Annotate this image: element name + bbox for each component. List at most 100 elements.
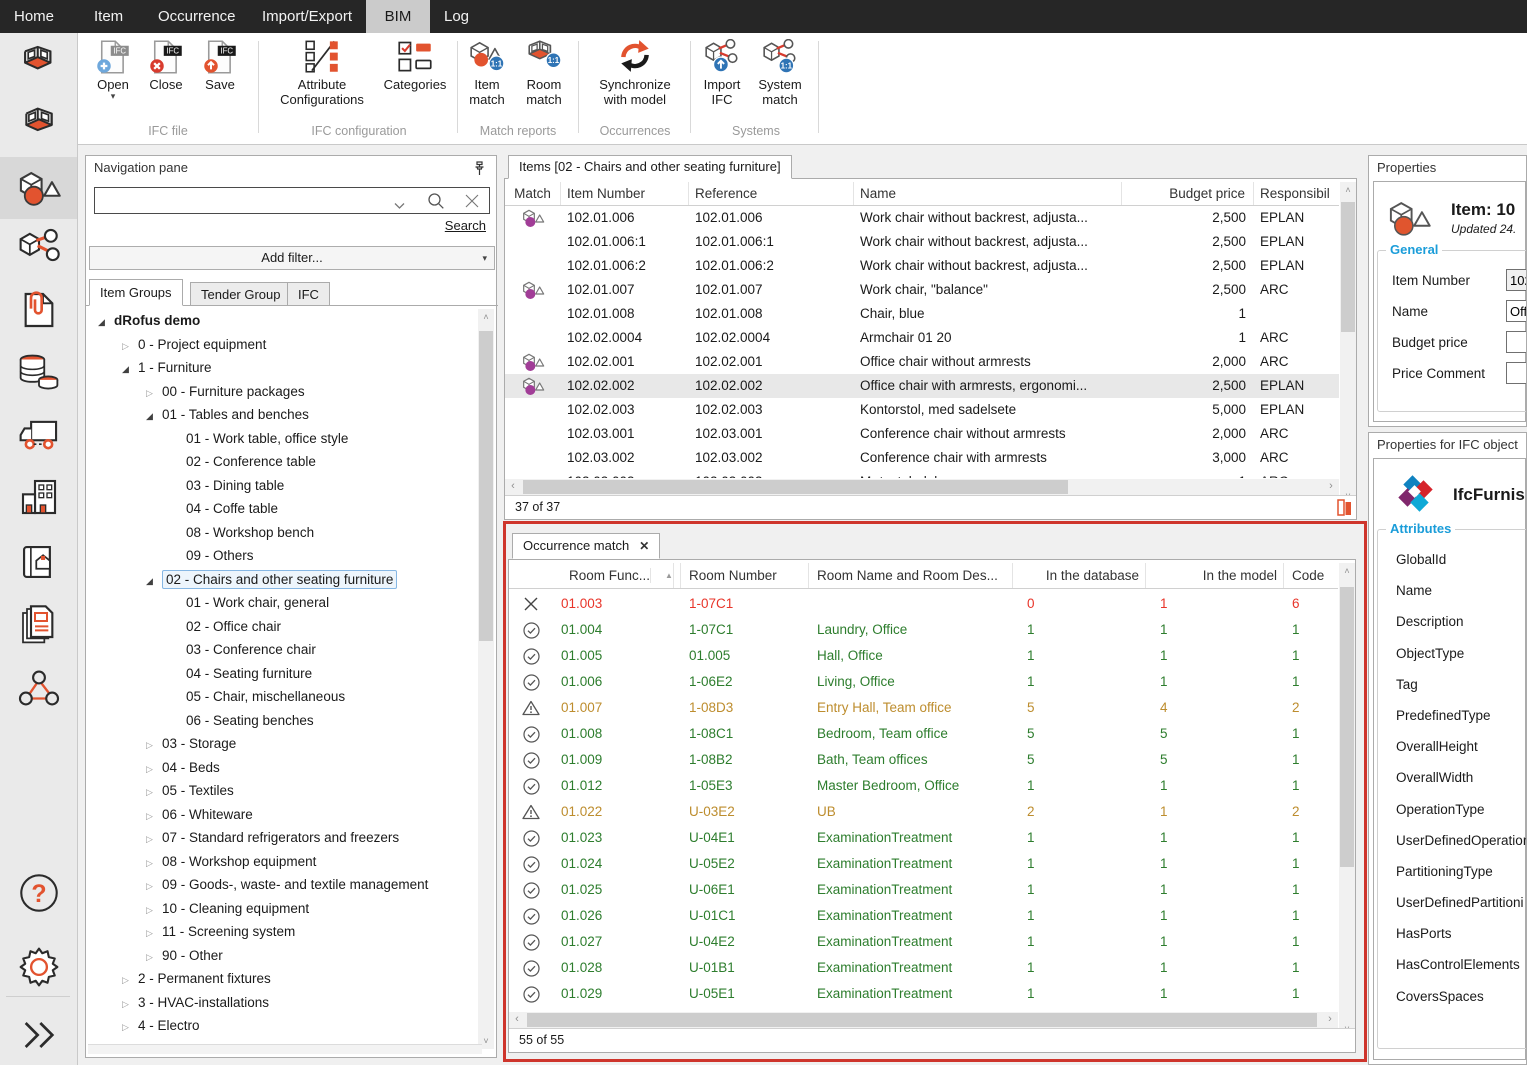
tree-expander-icon[interactable]: ▷ (146, 922, 162, 946)
items-table-row[interactable]: 102.01.007102.01.007Work chair, "balance… (505, 278, 1339, 302)
occurrence-scrollbar-thumb[interactable] (1340, 587, 1354, 867)
tree-node[interactable]: ▷2 - Permanent fixtures (88, 967, 480, 991)
tab-item-groups[interactable]: Item Groups (89, 279, 183, 306)
system-match-button[interactable]: 1:1 System match (750, 39, 810, 107)
catalog-icon[interactable] (0, 531, 77, 593)
items-table-row[interactable]: 102.03.001102.03.001Conference chair wit… (505, 422, 1339, 446)
tree-expander-icon[interactable]: ◢ (146, 405, 162, 429)
tree-node[interactable]: 06 - Seating benches (88, 709, 480, 733)
occurrence-horizontal-scrollbar[interactable]: ‹ › (509, 1012, 1338, 1028)
occurrence-table-row[interactable]: 01.0121-05E3Master Bedroom, Office111 (509, 773, 1338, 799)
column-in-database[interactable]: In the database (1013, 563, 1146, 588)
tree-expander-icon[interactable]: ▷ (146, 899, 162, 923)
tree-node[interactable]: 04 - Coffe table (88, 497, 480, 521)
search-icon[interactable] (427, 192, 445, 215)
attachments-icon[interactable] (0, 279, 77, 341)
items-table-row[interactable]: 102.01.006:2102.01.006:2Work chair witho… (505, 254, 1339, 278)
synchronize-with-model-button[interactable]: Synchronize with model (588, 39, 682, 107)
tree-node[interactable]: ▷00 - Furniture packages (88, 380, 480, 404)
tree-node[interactable]: ◢dRofus demo (88, 309, 480, 333)
tree-expander-icon[interactable]: ▷ (122, 969, 138, 993)
column-room-name[interactable]: Room Name and Room Des... (809, 563, 1013, 588)
tree-node[interactable]: ▷07 - Standard refrigerators and freezer… (88, 826, 480, 850)
tree-horizontal-scrollbar[interactable] (88, 1044, 482, 1054)
tree-node[interactable]: ▷08 - Workshop equipment (88, 850, 480, 874)
tree-expander-icon[interactable]: ▷ (146, 875, 162, 899)
tree-node[interactable]: ▷4 - Electro (88, 1014, 480, 1038)
occurrence-table-row[interactable]: 01.022U-03E2UB212 (509, 799, 1338, 825)
items-table-row[interactable]: 102.01.006:1102.01.006:1Work chair witho… (505, 230, 1339, 254)
tree-node[interactable]: ▷03 - Storage (88, 732, 480, 756)
tree-expander-icon[interactable]: ◢ (98, 311, 114, 335)
occurrence-table-row[interactable]: 01.0091-08B2Bath, Team offices551 (509, 747, 1338, 773)
occurrence-table-row[interactable]: 01.0041-07C1Laundry, Office111 (509, 617, 1338, 643)
tree-expander-icon[interactable]: ▷ (146, 758, 162, 782)
clear-search-icon[interactable] (465, 194, 479, 213)
occurrence-table-row[interactable]: 01.028U-01B1ExaminationTreatment111 (509, 955, 1338, 981)
items-table-row[interactable]: 102.01.006102.01.006Work chair without b… (505, 206, 1339, 230)
items-table-row[interactable]: 102.03.003102.03.003Møtestol, del...1ARC (505, 470, 1339, 478)
close-ifc-button[interactable]: IFC Close (142, 39, 190, 92)
tab-ifc[interactable]: IFC (287, 282, 330, 306)
items-tab[interactable]: Items [02 - Chairs and other seating fur… (508, 155, 792, 179)
settings-icon[interactable] (0, 936, 77, 998)
occurrence-table-row[interactable]: 01.024U-05E2ExaminationTreatment111 (509, 851, 1338, 877)
items-scrollbar-thumb[interactable] (1341, 202, 1355, 332)
help-icon[interactable]: ? (0, 862, 77, 924)
occurrence-table-row[interactable]: 01.0031-07C1016 (509, 591, 1338, 617)
column-reference[interactable]: Reference (689, 182, 854, 205)
occurrence-table-row[interactable]: 01.029U-05E1ExaminationTreatment111 (509, 981, 1338, 1007)
tree-node[interactable]: ▷11 - Screening system (88, 920, 480, 944)
tree-expander-icon[interactable]: ▷ (122, 993, 138, 1017)
items-horizontal-scrollbar[interactable]: ‹ › (505, 479, 1339, 495)
property-field-input[interactable] (1506, 362, 1527, 384)
tree-node[interactable]: ▷05 - Textiles (88, 779, 480, 803)
categories-button[interactable]: Categories (378, 39, 452, 92)
occurrences-icon[interactable] (0, 94, 77, 156)
tree-expander-icon[interactable]: ▷ (146, 828, 162, 852)
occurrence-hscrollbar-thumb[interactable] (527, 1013, 1317, 1027)
open-ifc-button[interactable]: IFC Open ▾ (88, 39, 138, 100)
tree-node[interactable]: 02 - Conference table (88, 450, 480, 474)
tree-node[interactable]: 08 - Workshop bench (88, 521, 480, 545)
items-table-row[interactable]: 102.02.002102.02.002Office chair with ar… (505, 374, 1339, 398)
tree-expander-icon[interactable]: ▷ (146, 382, 162, 406)
tree-node[interactable]: ▷0 - Project equipment (88, 333, 480, 357)
tree-expander-icon[interactable]: ▷ (122, 1016, 138, 1040)
tree-node[interactable]: 03 - Conference chair (88, 638, 480, 662)
items-icon[interactable] (0, 157, 77, 219)
column-chooser-icon[interactable] (1337, 499, 1352, 524)
occurrence-table-row[interactable]: 01.023U-04E1ExaminationTreatment111 (509, 825, 1338, 851)
items-table-row[interactable]: 102.01.008102.01.008Chair, blue1 (505, 302, 1339, 326)
tree-expander-icon[interactable]: ▷ (146, 781, 162, 805)
tree-expander-icon[interactable]: ◢ (122, 358, 138, 382)
tree-node[interactable]: ▷06 - Whiteware (88, 803, 480, 827)
column-item-number[interactable]: Item Number (561, 182, 689, 205)
tab-tender-group[interactable]: Tender Group (190, 282, 292, 306)
menu-import-export[interactable]: Import/Export (262, 0, 352, 33)
attribute-configurations-button[interactable]: Attribute Configurations (264, 39, 380, 107)
tree-expander-icon[interactable]: ◢ (146, 570, 162, 594)
items-table-row[interactable]: 102.02.0004102.02.0004Armchair 01 201ARC (505, 326, 1339, 350)
room-match-button[interactable]: 1:1 Room match (516, 39, 572, 107)
tree-node[interactable]: ▷90 - Other (88, 944, 480, 968)
occurrence-table-row[interactable]: 01.0081-08C1Bedroom, Team office551 (509, 721, 1338, 747)
occurrence-vertical-scrollbar[interactable]: ˄ ˅ (1339, 563, 1355, 1037)
tree-vertical-scrollbar[interactable]: ˄ ˅ (478, 309, 494, 1049)
reports-icon[interactable] (0, 594, 77, 656)
column-room-function[interactable]: Room Func...▲ (553, 563, 681, 588)
occurrence-table-row[interactable]: 01.00501.005Hall, Office111 (509, 643, 1338, 669)
chevron-down-icon[interactable] (394, 197, 405, 215)
import-ifc-button[interactable]: Import IFC (696, 39, 748, 107)
menu-item[interactable]: Item (94, 0, 123, 33)
occurrence-match-tab[interactable]: Occurrence match✕ (512, 533, 660, 559)
pin-icon[interactable] (473, 161, 486, 181)
tree-node[interactable]: 03 - Dining table (88, 474, 480, 498)
items-hscrollbar-thumb[interactable] (523, 480, 1068, 494)
buildings-icon[interactable] (0, 466, 77, 528)
tree-node[interactable]: ▷3 - HVAC-installations (88, 991, 480, 1015)
rooms-icon[interactable] (0, 33, 77, 95)
occurrence-table-row[interactable]: 01.026U-01C1ExaminationTreatment111 (509, 903, 1338, 929)
item-match-button[interactable]: 1:1 Item match (462, 39, 512, 107)
tree-node[interactable]: 01 - Work chair, general (88, 591, 480, 615)
